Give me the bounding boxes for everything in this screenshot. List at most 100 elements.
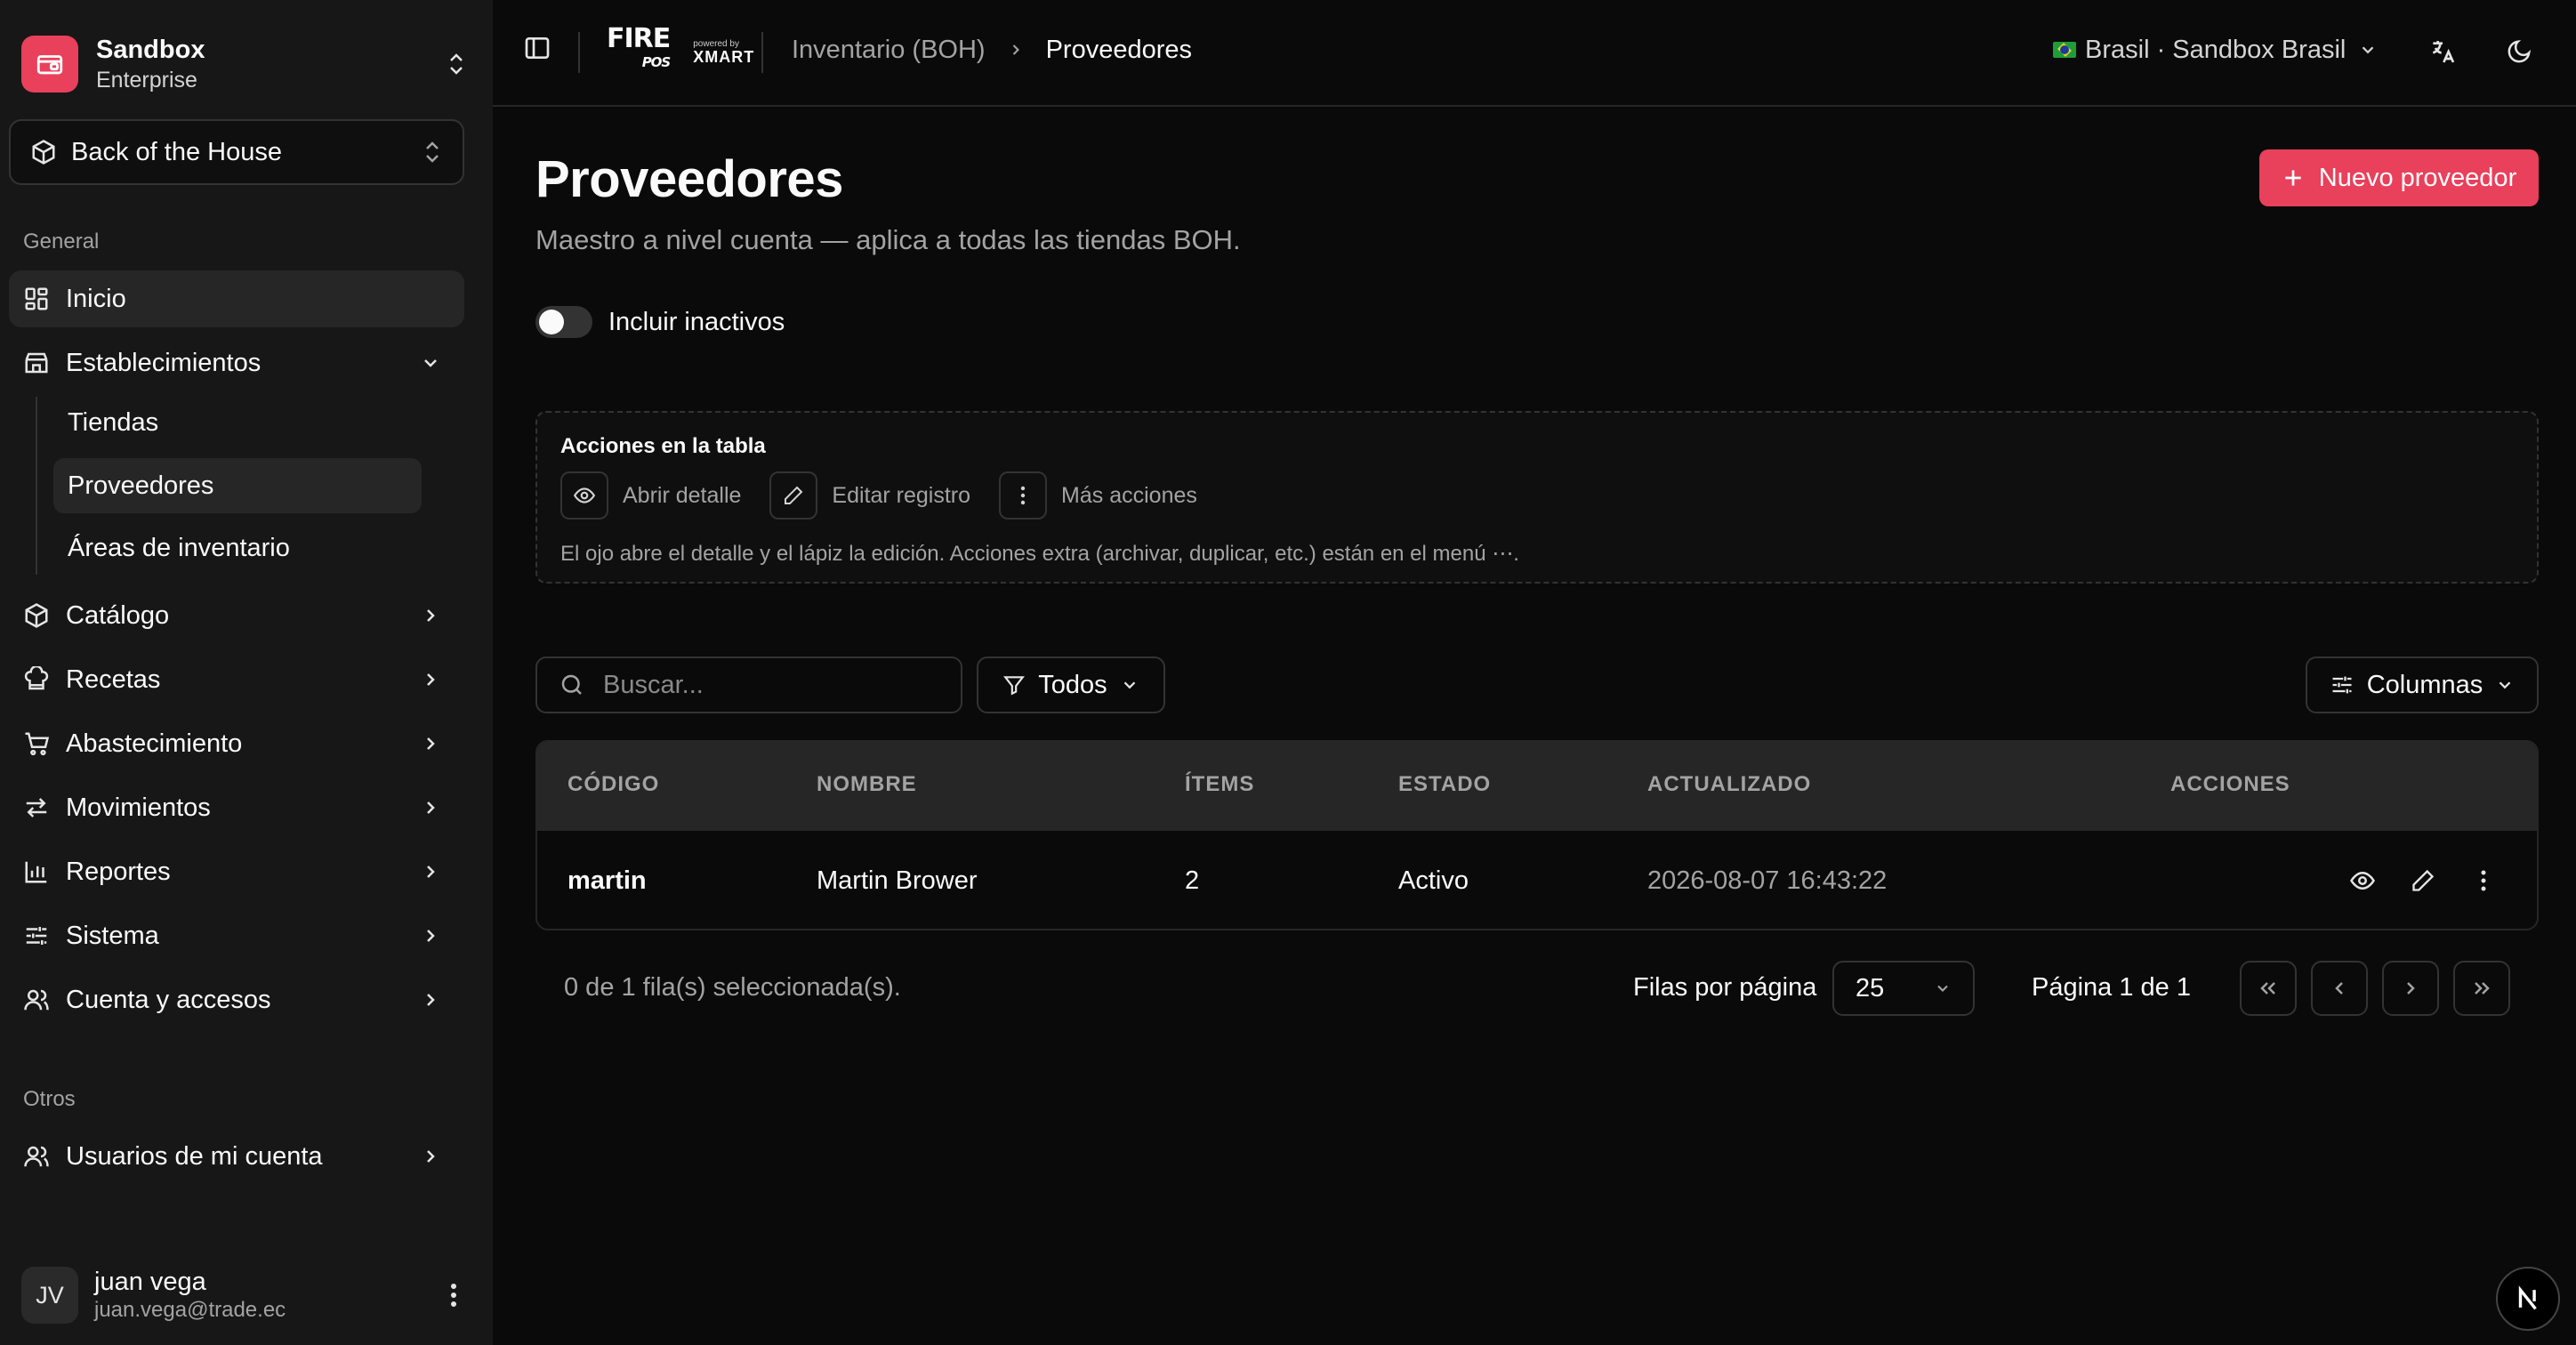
plus-icon	[2285, 170, 2301, 186]
chevron-down-icon	[1937, 985, 1948, 992]
sidebar-item-establecimientos[interactable]: Establecimientos	[9, 334, 464, 391]
breadcrumb-item-inventario[interactable]: Inventario (BOH)	[792, 36, 986, 65]
include-inactive-toggle-row: Incluir inactivos	[535, 306, 785, 338]
eye-icon	[560, 471, 608, 519]
pencil-icon[interactable]	[2403, 861, 2443, 900]
moon-icon[interactable]	[2500, 32, 2539, 71]
table-row[interactable]: martin Martin Brower 2 Activo 2026-08-07…	[537, 831, 2537, 929]
sidebar-item-catalogo[interactable]: Catálogo	[9, 587, 464, 644]
chevron-down-icon	[415, 352, 447, 374]
sidebar-item-movimientos[interactable]: Movimientos	[9, 779, 464, 836]
first-page-button[interactable]	[2240, 961, 2297, 1016]
new-supplier-button[interactable]: Nuevo proveedor	[2259, 149, 2539, 206]
powered-by-brand: XMART	[693, 48, 755, 66]
breadcrumb-item-proveedores: Proveedores	[1045, 35, 1193, 64]
sidebar-subitem-proveedores[interactable]: Proveedores	[53, 458, 422, 513]
rows-per-page-label: Filas por página	[1633, 973, 1817, 1002]
sidebar-item-inicio[interactable]: Inicio	[9, 270, 464, 327]
filter-icon	[1003, 676, 1026, 696]
search-input[interactable]	[603, 670, 941, 700]
new-supplier-label: Nuevo proveedor	[2318, 163, 2517, 192]
column-header-codigo[interactable]: CÓDIGO	[568, 772, 659, 797]
submenu-line	[36, 397, 37, 575]
chevron-right-icon	[415, 733, 447, 754]
help-action-label: Abrir detalle	[623, 482, 742, 508]
wallet-icon	[36, 55, 63, 75]
powered-by: powered by XMART	[693, 38, 755, 66]
arrows-icon	[26, 798, 47, 817]
status-filter-button[interactable]: Todos	[977, 656, 1165, 713]
sidebar-item-label: Cuenta y accesos	[66, 985, 271, 1014]
selection-count: 0 de 1 fila(s) seleccionada(s).	[564, 973, 901, 1002]
sidebar-item-reportes[interactable]: Reportes	[9, 843, 464, 900]
include-inactive-switch[interactable]	[535, 306, 592, 338]
language-icon[interactable]	[2423, 32, 2462, 71]
users-icon	[24, 989, 49, 1011]
chevron-right-icon	[415, 989, 447, 1011]
sidebar-toggle-icon[interactable]	[523, 34, 559, 69]
pencil-icon	[769, 471, 818, 519]
sidebar-item-label: Catálogo	[66, 600, 170, 630]
table-header: CÓDIGO NOMBRE ÍTEMS ESTADO ACTUALIZADO A…	[537, 742, 2537, 831]
country-selector[interactable]: Brasil · Sandbox Brasil	[2053, 32, 2378, 68]
group-label-general: General	[23, 230, 100, 254]
chevron-right-icon	[415, 669, 447, 690]
column-header-acciones: ACCIONES	[2170, 772, 2290, 796]
column-header-items[interactable]: ÍTEMS	[1185, 772, 1254, 797]
sidebar-item-label: Movimientos	[66, 793, 211, 822]
columns-label: Columnas	[2366, 670, 2483, 699]
sidebar-item-label: Establecimientos	[66, 348, 262, 377]
column-header-nombre[interactable]: NOMBRE	[817, 772, 917, 797]
cell-items: 2	[1185, 866, 1200, 895]
module-selector[interactable]: Back of the House	[9, 119, 464, 185]
nextjs-devtools-icon[interactable]	[2496, 1267, 2560, 1331]
sidebar-item-cuenta-accesos[interactable]: Cuenta y accesos	[9, 971, 464, 1028]
column-header-estado[interactable]: ESTADO	[1398, 772, 1491, 797]
sidebar-item-recetas[interactable]: Recetas	[9, 651, 464, 708]
sidebar-item-abastecimiento[interactable]: Abastecimiento	[9, 715, 464, 772]
cell-name: Martin Brower	[817, 866, 978, 895]
help-action-label: Más acciones	[1061, 482, 1197, 508]
sidebar-subitem-areas-inventario[interactable]: Áreas de inventario	[53, 520, 422, 576]
brand-fire: FIRE	[607, 23, 671, 54]
divider	[761, 32, 763, 73]
help-note: El ojo abre el detalle y el lápiz la edi…	[560, 542, 1519, 566]
sidebar-item-label: Sistema	[66, 921, 159, 950]
org-switcher[interactable]: Sandbox Enterprise	[21, 32, 471, 96]
eye-icon[interactable]	[2343, 861, 2382, 900]
sidebar-item-usuarios-cuenta[interactable]: Usuarios de mi cuenta	[9, 1128, 464, 1185]
column-header-actualizado[interactable]: ACTUALIZADO	[1647, 772, 1811, 797]
page-info: Página 1 de 1	[2032, 973, 2191, 1002]
sliders-icon	[26, 927, 47, 945]
store-icon	[25, 352, 48, 374]
columns-button[interactable]: Columnas	[2306, 656, 2539, 713]
sidebar-item-label: Usuarios de mi cuenta	[66, 1141, 323, 1171]
more-vertical-icon[interactable]	[436, 1282, 471, 1309]
brazil-flag-icon	[2053, 42, 2076, 58]
help-actions: Abrir detalle Editar registro Más accion…	[560, 471, 1226, 519]
group-label-otros: Otros	[23, 1087, 76, 1111]
sidebar-subitem-tiendas[interactable]: Tiendas	[53, 395, 422, 450]
help-title: Acciones en la tabla	[560, 434, 766, 458]
chevron-left-icon	[2335, 982, 2343, 995]
rows-per-page-value: 25	[1856, 973, 1885, 1003]
next-page-button[interactable]	[2382, 961, 2439, 1016]
sidebar-item-sistema[interactable]: Sistema	[9, 907, 464, 964]
status-filter-label: Todos	[1038, 670, 1107, 699]
user-menu[interactable]: JV juan vega juan.vega@trade.ec	[21, 1267, 471, 1324]
chevron-down-icon	[2499, 681, 2511, 689]
prev-page-button[interactable]	[2311, 961, 2368, 1016]
last-page-button[interactable]	[2453, 961, 2510, 1016]
table-actions-help: Acciones en la tabla Abrir detalle Edita…	[535, 411, 2539, 584]
org-name: Sandbox	[96, 36, 205, 64]
more-vertical-icon[interactable]	[2464, 861, 2503, 900]
chevron-right-icon	[415, 605, 447, 626]
chevron-right-icon	[415, 925, 447, 946]
more-vertical-icon	[999, 471, 1048, 519]
include-inactive-label: Incluir inactivos	[608, 307, 785, 336]
sidebar-item-label: Reportes	[66, 857, 171, 886]
search-box	[535, 656, 962, 713]
suppliers-table: CÓDIGO NOMBRE ÍTEMS ESTADO ACTUALIZADO A…	[535, 740, 2539, 930]
rows-per-page-select[interactable]: 25	[1832, 961, 1975, 1016]
user-name: juan vega	[94, 1268, 206, 1296]
